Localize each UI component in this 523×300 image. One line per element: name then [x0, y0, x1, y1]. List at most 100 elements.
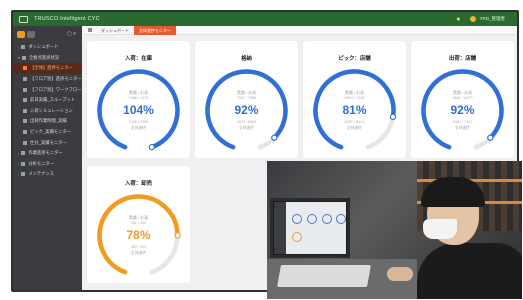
screen-gauge	[322, 214, 332, 224]
chevron-down-icon: ▾	[18, 55, 21, 61]
sidebar-menu: › ダッシュボード ▾ 全拠点進捗状況【全体】進捗モニター【フロア別】進捗モニター 【フ…	[13, 42, 82, 180]
menu-item-icon	[21, 45, 26, 50]
gauge-total-caption: 全体進捗	[130, 126, 147, 130]
gauge-total-caption: 全体進捗	[346, 126, 363, 130]
sidebar-item-label: 【フロア別】ワークフロー	[30, 86, 82, 92]
sidebar-item[interactable]: 【フロア別】ワークフロー	[13, 84, 82, 95]
sidebar-item-label: 入荷シミュレーション	[30, 107, 73, 113]
gauge-total: 2346 / 2250	[128, 120, 149, 124]
gauge-card[interactable]: 入荷：在庫 実績 / 計画 1968 / 1875 104% 2346 / 22…	[87, 41, 190, 158]
sidebar: ▢ ≡ › ダッシュボード ▾ 全拠点進捗状況【全体】進捗モニター【フロア別】進捗モニ…	[13, 26, 82, 290]
gauge-card[interactable]: 入荷：卸売 実績 / 計画 331 / 422 78% 383 / 492 全体…	[87, 166, 190, 283]
sidebar-item-label: 作業進捗モニター	[28, 150, 63, 156]
menu-item-icon	[23, 87, 27, 92]
gauge-card[interactable]: ピック：店舗 実績 / 計画 5844 / 7246 81% 6597 / 81…	[303, 41, 406, 158]
menu-item-icon	[23, 140, 27, 145]
operator-person	[387, 177, 522, 299]
gauge-title: 入荷：卸売	[125, 181, 152, 187]
gauge-percent: 78%	[126, 228, 151, 242]
sidebar-item[interactable]: ピック_実績モニター	[13, 127, 82, 138]
sidebar-item-label: 出荷作業時間_実績	[30, 118, 67, 124]
user-name[interactable]: YRD_管理者	[479, 16, 505, 22]
bell-icon[interactable]: ●	[456, 16, 460, 23]
screen-gauge	[336, 214, 346, 224]
app-title: TRUSCO Intelligent CYC	[34, 16, 100, 22]
chevron-right-icon: ›	[18, 171, 20, 177]
menu-item-icon	[21, 161, 26, 166]
person-body	[417, 243, 522, 299]
photo-monitor	[270, 198, 350, 258]
gauge-total: 6461 / 7117	[452, 120, 473, 124]
gauge-actual-plan: 5844 / 7246	[344, 96, 365, 100]
sidebar-item[interactable]: 前日実績_スループット	[13, 95, 82, 106]
menu-item-icon	[21, 172, 26, 177]
app-logo-icon	[19, 15, 28, 23]
chevron-right-icon: ›	[18, 44, 20, 50]
sidebar-header: ▢ ≡	[13, 26, 82, 42]
gauge-total-caption: 全体進捗	[238, 126, 255, 130]
sidebar-item[interactable]: 出荷作業時間_実績	[13, 116, 82, 127]
screen-gauge	[307, 214, 317, 224]
screen-gauge	[292, 214, 302, 224]
person-mask	[423, 219, 457, 239]
gauge-actual-plan: 5861 / 6370	[452, 96, 473, 100]
app-header: TRUSCO Intelligent CYC ● YRD_管理者	[13, 12, 517, 26]
home-icon[interactable]	[88, 28, 92, 32]
gauge-total: 6597 / 8121	[344, 120, 365, 124]
menu-item-icon	[23, 98, 27, 103]
sidebar-item-label: 前日実績_スループット	[30, 97, 76, 103]
operator-photo	[267, 161, 522, 299]
gauge-card[interactable]: 出荷：店舗 実績 / 計画 5861 / 6370 92% 6461 / 711…	[411, 41, 514, 158]
sidebar-item[interactable]: 【全体】進捗モニター	[13, 63, 82, 74]
person-hand	[387, 267, 413, 281]
keyboard	[277, 265, 371, 287]
sidebar-item[interactable]: › 分析モニター	[13, 159, 82, 170]
user-avatar[interactable]	[470, 16, 477, 22]
menu-item-icon	[21, 151, 26, 156]
gauge-percent: 104%	[123, 103, 154, 117]
sidebar-tools-icon[interactable]: ▢ ≡	[67, 31, 76, 37]
gauge-title: 格納	[241, 56, 252, 62]
gauge-actual-plan: 1968 / 1875	[128, 96, 149, 100]
gauge-percent: 92%	[450, 103, 475, 117]
gauge-card[interactable]: 格納 実績 / 計画 7087 / 7696 92% 7823 / 8455 全…	[195, 41, 298, 158]
menu-item-icon	[23, 108, 27, 113]
sidebar-item[interactable]: › メンテナンス	[13, 169, 82, 180]
sidebar-item-label: メンテナンス	[28, 171, 55, 177]
gauge-knob	[487, 134, 494, 141]
sidebar-item-label: 【フロア別】進捗モニター	[30, 76, 82, 82]
sidebar-item[interactable]: ▾ 全拠点進捗状況	[13, 53, 82, 64]
screen-gauge	[292, 232, 302, 242]
gauge-percent: 92%	[234, 103, 259, 117]
sidebar-item-label: ピック_実績モニター	[30, 129, 72, 135]
menu-item-icon	[23, 130, 27, 135]
chevron-right-icon: ›	[18, 161, 20, 167]
sidebar-item[interactable]: 仕分_実績モニター	[13, 137, 82, 148]
sidebar-item-label: 全拠点進捗状況	[29, 54, 60, 60]
sidebar-item-label: 分析モニター	[28, 160, 55, 166]
tab-overall-progress[interactable]: 全体進捗モニター	[134, 25, 176, 35]
photo-monitor-screen	[274, 202, 346, 254]
gauge-actual-plan: 331 / 422	[130, 221, 147, 225]
gauge-total-caption: 全体進捗	[130, 251, 147, 255]
sidebar-item-label: 【全体】進捗モニター	[30, 65, 73, 71]
chevron-right-icon: ›	[18, 150, 20, 156]
menu-item-icon	[23, 66, 27, 71]
gauge-knob	[271, 134, 278, 141]
gauge-actual-plan: 7087 / 7696	[236, 96, 257, 100]
collapse-button[interactable]	[27, 30, 35, 38]
gauge-knob	[148, 143, 156, 151]
tab-dashboard[interactable]: ダッシュボード	[96, 26, 134, 35]
gauge-title: 出荷：店舗	[449, 56, 476, 62]
menu-item-icon	[22, 55, 27, 60]
sidebar-item[interactable]: › 作業進捗モニター	[13, 148, 82, 159]
menu-toggle-button[interactable]	[17, 30, 25, 38]
sidebar-item[interactable]: 【フロア別】進捗モニター	[13, 74, 82, 85]
gauge-total: 7823 / 8455	[236, 120, 257, 124]
gauge-percent: 81%	[342, 103, 367, 117]
sidebar-item[interactable]: 入荷シミュレーション	[13, 106, 82, 117]
sidebar-item-label: ダッシュボード	[28, 44, 59, 50]
sidebar-item-label: 仕分_実績モニター	[30, 139, 67, 145]
sidebar-item[interactable]: › ダッシュボード	[13, 42, 82, 53]
screen-sidebar	[274, 202, 286, 254]
